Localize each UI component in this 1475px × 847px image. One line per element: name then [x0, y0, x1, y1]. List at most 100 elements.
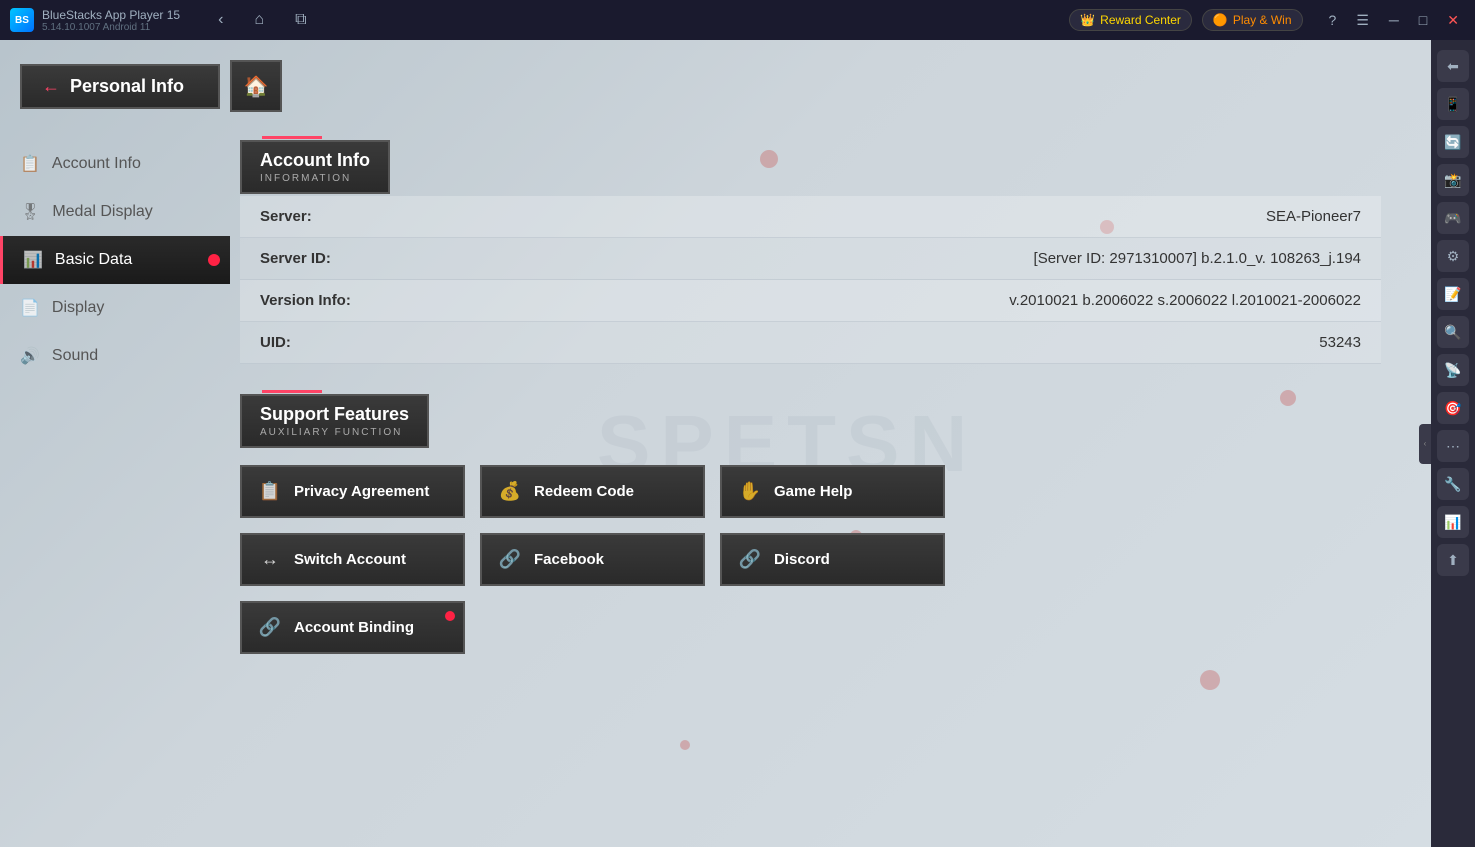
uid-label: UID:	[240, 322, 440, 364]
server-id-value: [Server ID: 2971310007] b.2.1.0_v. 10826…	[440, 238, 1381, 280]
maximize-button[interactable]: □	[1413, 10, 1433, 30]
play-icon: 🟠	[1213, 13, 1228, 27]
right-tool-search[interactable]: 🔍	[1437, 316, 1469, 348]
switch-label: Switch Account	[294, 551, 406, 568]
nav-controls: ‹ ⌂ ⧉	[210, 7, 314, 33]
header-area: ← Personal Info 🏠	[0, 60, 1431, 112]
support-features-section: Support Features AUXILIARY FUNCTION 📋 Pr…	[240, 394, 1381, 654]
back-button[interactable]: ‹	[210, 7, 231, 33]
account-info-title: Account Info	[260, 150, 370, 171]
menu-button[interactable]: ☰	[1350, 10, 1375, 31]
right-tool-more[interactable]: ⋯	[1437, 430, 1469, 462]
facebook-button[interactable]: 🔗 Facebook	[480, 533, 705, 586]
table-row: Server ID: [Server ID: 2971310007] b.2.1…	[240, 238, 1381, 280]
version-info-label: Version Info:	[240, 280, 440, 322]
privacy-agreement-button[interactable]: 📋 Privacy Agreement	[240, 465, 465, 518]
right-tool-back[interactable]: ⬅	[1437, 50, 1469, 82]
right-tool-rotate[interactable]: 🔄	[1437, 126, 1469, 158]
sidebar-label-account-info: Account Info	[52, 155, 141, 173]
sidebar-item-medal-display[interactable]: 🎖 Medal Display	[0, 188, 230, 236]
support-features-header: Support Features AUXILIARY FUNCTION	[240, 394, 429, 448]
right-tool-mobile[interactable]: 📱	[1437, 88, 1469, 120]
sidebar-item-sound[interactable]: 🔊 Sound	[0, 332, 230, 380]
switch-icon: ↔	[258, 549, 282, 570]
facebook-icon: 🔗	[498, 549, 522, 570]
title-bar: BS BlueStacks App Player 15 5.14.10.1007…	[0, 0, 1475, 40]
app-logo: BS	[10, 8, 34, 32]
basic-data-icon: 📊	[23, 250, 43, 270]
play-win-label: Play & Win	[1233, 13, 1292, 27]
game-help-icon: ✋	[738, 481, 762, 502]
sound-icon: 🔊	[20, 346, 40, 366]
switch-account-button[interactable]: ↔ Switch Account	[240, 533, 465, 586]
sidebar-item-basic-data[interactable]: 📊 Basic Data	[0, 236, 230, 284]
redeem-icon: 💰	[498, 481, 522, 502]
right-tool-up[interactable]: ⬆	[1437, 544, 1469, 576]
redeem-code-button[interactable]: 💰 Redeem Code	[480, 465, 705, 518]
app-version: 5.14.10.1007 Android 11	[42, 22, 180, 33]
game-area: SPETSN ← Personal Info 🏠 📋 Account Info	[0, 40, 1431, 847]
left-sidebar: 📋 Account Info 🎖 Medal Display 📊 Basic D…	[0, 140, 230, 380]
tabs-button[interactable]: ⧉	[287, 7, 314, 33]
app-title: BlueStacks App Player 15	[42, 8, 180, 22]
app-name-group: BlueStacks App Player 15 5.14.10.1007 An…	[42, 8, 180, 33]
sidebar-item-display[interactable]: 📄 Display	[0, 284, 230, 332]
display-icon: 📄	[20, 298, 40, 318]
table-row: Server: SEA-Pioneer7	[240, 196, 1381, 238]
home-icon: 🏠	[244, 74, 269, 99]
sidebar-expand-handle[interactable]: ‹	[1419, 424, 1431, 464]
personal-info-label: Personal Info	[70, 76, 184, 97]
facebook-label: Facebook	[534, 551, 604, 568]
medal-display-icon: 🎖	[20, 202, 40, 222]
right-tool-settings[interactable]: ⚙	[1437, 240, 1469, 272]
version-info-value: v.2010021 b.2006022 s.2006022 l.2010021-…	[440, 280, 1381, 322]
account-binding-button[interactable]: 🔗 Account Binding	[240, 601, 465, 654]
window-controls: ? ☰ ─ □ ✕	[1323, 10, 1465, 31]
discord-button[interactable]: 🔗 Discord	[720, 533, 945, 586]
sidebar-item-account-info[interactable]: 📋 Account Info	[0, 140, 230, 188]
home-nav-button[interactable]: 🏠	[230, 60, 282, 112]
account-binding-label: Account Binding	[294, 619, 414, 636]
right-tool-target[interactable]: 🎯	[1437, 392, 1469, 424]
right-sidebar: ‹ ⬅ 📱 🔄 📸 🎮 ⚙ 📝 🔍 📡 🎯 ⋯ 🔧 📊 ⬆	[1431, 40, 1475, 847]
account-info-header: Account Info INFORMATION	[240, 140, 390, 194]
close-button[interactable]: ✕	[1441, 10, 1465, 31]
server-label: Server:	[240, 196, 440, 238]
personal-info-button[interactable]: ← Personal Info	[20, 64, 220, 109]
sidebar-label-medal-display: Medal Display	[52, 203, 152, 221]
server-id-label: Server ID:	[240, 238, 440, 280]
right-tool-notes[interactable]: 📝	[1437, 278, 1469, 310]
sidebar-label-display: Display	[52, 299, 104, 317]
right-tool-screenshot[interactable]: 📸	[1437, 164, 1469, 196]
minimize-button[interactable]: ─	[1383, 10, 1405, 30]
uid-value: 53243	[440, 322, 1381, 364]
home-button[interactable]: ⌂	[246, 7, 272, 33]
game-help-button[interactable]: ✋ Game Help	[720, 465, 945, 518]
right-tool-tools[interactable]: 🔧	[1437, 468, 1469, 500]
right-tool-network[interactable]: 📡	[1437, 354, 1469, 386]
play-win-button[interactable]: 🟠 Play & Win	[1202, 9, 1303, 31]
redeem-label: Redeem Code	[534, 483, 634, 500]
table-row: Version Info: v.2010021 b.2006022 s.2006…	[240, 280, 1381, 322]
help-button[interactable]: ?	[1323, 10, 1343, 30]
title-bar-right: 👑 Reward Center 🟠 Play & Win ? ☰ ─ □ ✕	[1069, 9, 1465, 31]
privacy-icon: 📋	[258, 481, 282, 502]
main-container: SPETSN ← Personal Info 🏠 📋 Account Info	[0, 40, 1475, 847]
back-arrow-icon: ←	[42, 76, 60, 97]
account-info-table: Server: SEA-Pioneer7 Server ID: [Server …	[240, 196, 1381, 364]
account-info-section: Account Info INFORMATION Server: SEA-Pio…	[240, 140, 1381, 364]
sidebar-label-basic-data: Basic Data	[55, 251, 132, 269]
support-buttons-grid: 📋 Privacy Agreement 💰 Redeem Code ✋ Game…	[240, 465, 1381, 654]
reward-icon: 👑	[1080, 13, 1095, 27]
account-info-icon: 📋	[20, 154, 40, 174]
reward-center-button[interactable]: 👑 Reward Center	[1069, 9, 1192, 31]
right-tool-stats[interactable]: 📊	[1437, 506, 1469, 538]
table-row: UID: 53243	[240, 322, 1381, 364]
account-info-subtitle: INFORMATION	[260, 173, 370, 184]
server-value: SEA-Pioneer7	[440, 196, 1381, 238]
discord-icon: 🔗	[738, 549, 762, 570]
game-help-label: Game Help	[774, 483, 852, 500]
right-tool-gamepad[interactable]: 🎮	[1437, 202, 1469, 234]
discord-label: Discord	[774, 551, 830, 568]
sidebar-label-sound: Sound	[52, 347, 98, 365]
